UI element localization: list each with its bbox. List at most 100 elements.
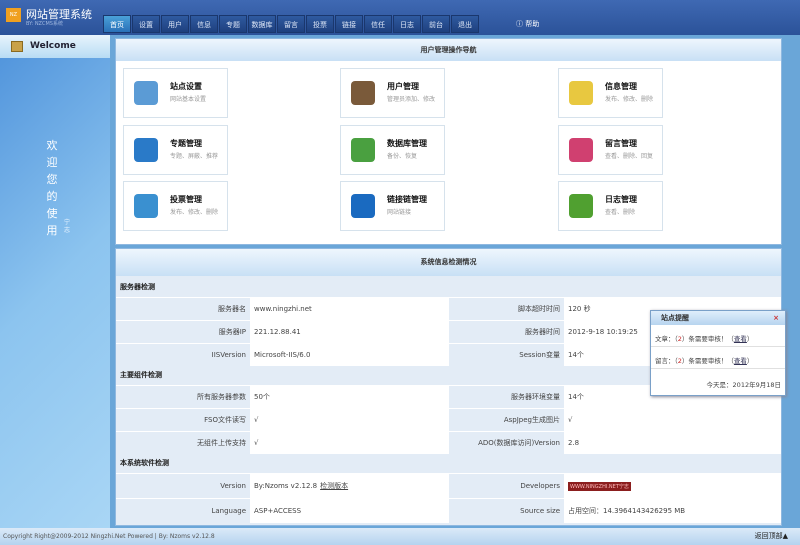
copyright: Copyright Right@2009-2012 Ningzhi.Net Po…	[3, 533, 215, 540]
row-value: WWW.NINGZHI.NET宁志	[564, 474, 781, 498]
row-label: 所有服务器参数	[197, 393, 246, 401]
nav-panel: 用户管理操作导航 站点设置网站基本设置 用户管理 管理员添加、修改 信息管理发布、修改…	[115, 38, 782, 245]
value-text: √	[254, 416, 259, 424]
database-icon	[351, 138, 375, 162]
row-label: Developers	[520, 482, 560, 490]
row-label: 服务器名	[218, 305, 246, 313]
note-icon	[569, 81, 593, 105]
value-text: 2.8	[568, 439, 580, 447]
header: NZ 网站管理系统 BY: NZCMS系统 首页 设置 用户 信息 专题 数据库 留言 投票链…	[0, 0, 800, 35]
tab-7[interactable]: 投票	[306, 15, 334, 33]
nav-card-title: 数据库管理	[387, 139, 427, 148]
value-text: Microsoft-IIS/6.0	[254, 351, 311, 359]
nav-card-title: 站点设置	[170, 82, 202, 91]
nav-card[interactable]: 信息管理发布、修改、删除	[558, 68, 663, 118]
row-label: Source size	[520, 507, 560, 515]
nav-card[interactable]: 专题管理 专题、屏蔽、推荐	[123, 125, 228, 175]
system-panel-title: 系统信息检测情况	[116, 249, 781, 276]
table-row: FSO文件读写 √ AspJpeg生成图片 √	[116, 408, 781, 431]
tab-8[interactable]: 链接	[335, 15, 363, 33]
nav-card[interactable]: 留言管理查看、删除、回复	[558, 125, 663, 175]
welcome-bar: Welcome	[0, 35, 110, 58]
nav-card[interactable]: 站点设置网站基本设置	[123, 68, 228, 118]
line-end: ）	[746, 335, 754, 343]
value-text: √	[254, 439, 259, 447]
nav-panel-title: 用户管理操作导航	[116, 39, 781, 61]
folder-icon	[11, 41, 23, 52]
nav-card-desc: 网站链接	[387, 209, 412, 216]
popup-line: 留言：（2）条需要审核！（查看）	[651, 347, 785, 369]
nav-card-title: 留言管理	[605, 139, 637, 148]
nav-card-title: 用户管理	[387, 82, 419, 91]
ie-icon	[351, 194, 375, 218]
back-to-top-link[interactable]: 返回顶部▲	[755, 528, 788, 545]
table-row: 无组件上传支持 √ ADO(数据库访问)Version 2.8	[116, 431, 781, 454]
checked-doc-icon	[569, 194, 593, 218]
check-version-link[interactable]: 检测版本	[320, 474, 348, 498]
value-text: 221.12.88.41	[254, 328, 301, 336]
book-icon	[134, 138, 158, 162]
tab-9[interactable]: 信任	[364, 15, 392, 33]
tab-12[interactable]: 退出	[451, 15, 479, 33]
row-value: Microsoft-IIS/6.0	[250, 344, 449, 366]
tab-5[interactable]: 数据库	[248, 15, 276, 33]
help-link[interactable]: ⓘ 帮助	[516, 19, 539, 29]
tab-10[interactable]: 日志	[393, 15, 421, 33]
welcome-label: Welcome	[30, 41, 76, 51]
nav-card[interactable]: 链接链管理 网站链接	[340, 181, 445, 231]
nav-card-title: 投票管理	[170, 195, 202, 204]
value-text: 50个	[254, 393, 270, 401]
row-label: 无组件上传支持	[197, 439, 246, 447]
row-value: 占用空间：14.3964143426295 MB	[564, 499, 781, 523]
value-text: 占用空间：14.3964143426295 MB	[568, 507, 686, 515]
tab-4[interactable]: 专题	[219, 15, 247, 33]
welcome-small-text: 宁志	[64, 219, 71, 234]
house-icon	[134, 81, 158, 105]
app-subtitle: BY: NZCMS系统	[26, 21, 63, 27]
section-header: 服务器检测	[120, 283, 155, 291]
value-text: 2012-9-18 10:19:25	[568, 328, 638, 336]
row-label: IISVersion	[211, 351, 246, 359]
value-text: By:Nzoms v2.12.8	[254, 482, 318, 490]
nav-card-desc: 发布、修改、删除	[605, 96, 654, 103]
value-text: 120 秒	[568, 305, 591, 313]
nav-card-title: 信息管理	[605, 82, 637, 91]
nav-card[interactable]: 日志管理 查看、删除	[558, 181, 663, 231]
view-link[interactable]: 查看	[734, 357, 747, 365]
bar-chart-icon	[134, 194, 158, 218]
row-value: www.ningzhi.net	[250, 298, 449, 320]
tab-11[interactable]: 前台	[422, 15, 450, 33]
nav-card[interactable]: 投票管理发布、修改、删除	[123, 181, 228, 231]
nav-card[interactable]: 用户管理 管理员添加、修改	[340, 68, 445, 118]
nav-card-desc: 网站基本设置	[170, 96, 207, 103]
popup-line: 文章：（2）条需要审核！（查看）	[651, 325, 785, 347]
tab-1[interactable]: 设置	[132, 15, 160, 33]
sidebar: Welcome 欢迎您的使用 宁志	[0, 35, 110, 528]
tab-3[interactable]: 信息	[190, 15, 218, 33]
value-text: 14个	[568, 351, 584, 359]
row-label: 服务器环境变量	[511, 393, 560, 401]
value-text: 14个	[568, 393, 584, 401]
message-book-icon	[569, 138, 593, 162]
row-value: 2.8	[564, 432, 781, 454]
nav-card-desc: 专题、屏蔽、推荐	[170, 153, 219, 160]
popup-title: 站点提醒	[661, 314, 689, 322]
row-value: ASP+ACCESS	[250, 499, 449, 523]
close-icon[interactable]: ×	[773, 311, 779, 325]
row-label: 服务器IP	[218, 328, 246, 336]
nav-card-title: 日志管理	[605, 195, 637, 204]
nav-card[interactable]: 数据库管理 备份、恢复	[340, 125, 445, 175]
popup-header: 站点提醒 ×	[651, 311, 785, 325]
view-link[interactable]: 查看	[734, 335, 747, 343]
value-text: www.ningzhi.net	[254, 305, 312, 313]
row-value: 50个	[250, 386, 449, 408]
value-text: √	[568, 416, 573, 424]
row-label: AspJpeg生成图片	[503, 416, 560, 424]
nav-card-desc: 发布、修改、删除	[170, 209, 219, 216]
row-label: Language	[211, 507, 246, 515]
line-suffix: ）条需要审核！（	[681, 335, 734, 343]
tab-6[interactable]: 留言	[277, 15, 305, 33]
nav-card-desc: 查看、删除、回复	[605, 153, 654, 160]
tab-2[interactable]: 用户	[161, 15, 189, 33]
tab-0[interactable]: 首页	[103, 15, 131, 33]
